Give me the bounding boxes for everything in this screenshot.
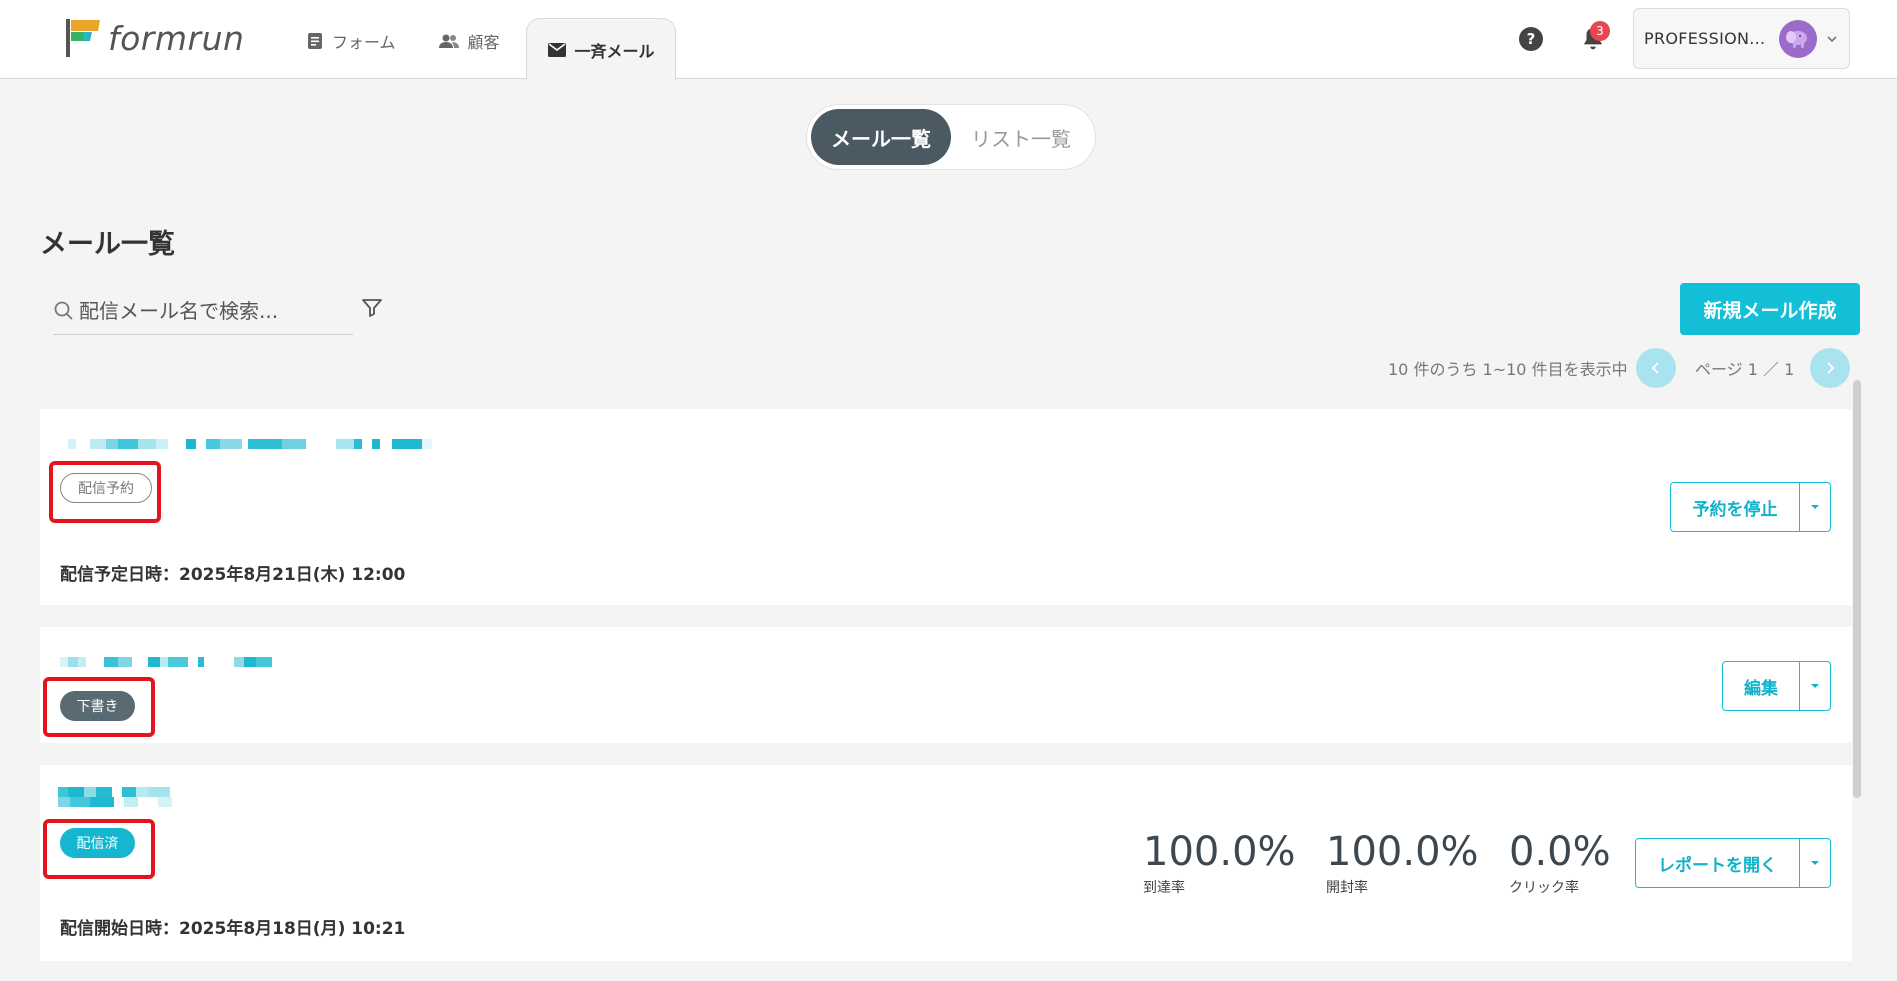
form-icon: [308, 32, 322, 49]
status-badge: 下書き: [60, 691, 135, 721]
stat-value: 100.0%: [1326, 829, 1479, 875]
stat-label: 到達率: [1143, 880, 1185, 896]
stop-schedule-button[interactable]: 予約を停止: [1671, 483, 1800, 531]
status-badge: 配信予約: [60, 473, 152, 503]
open-report-button[interactable]: レポートを開く: [1636, 839, 1800, 887]
logo-text: formrun: [108, 18, 245, 58]
stat-click-rate: 0.0% クリック率: [1509, 829, 1611, 897]
nav-forms-label: フォーム: [332, 32, 396, 52]
edit-button[interactable]: 編集: [1723, 662, 1800, 710]
pager-summary: 10 件のうち 1~10 件目を表示中: [1388, 360, 1628, 379]
chevron-down-icon: [1827, 35, 1837, 42]
new-mail-button[interactable]: 新規メール作成: [1680, 283, 1860, 335]
stat-delivery-rate: 100.0% 到達率: [1143, 829, 1296, 897]
edit-split-button: 編集: [1722, 661, 1831, 711]
sent-date: 配信開始日時：2025年8月18日(月) 10:21: [60, 919, 406, 939]
help-icon[interactable]: ?: [1519, 27, 1543, 51]
stat-label: クリック率: [1509, 880, 1579, 896]
nav-bulk-mail[interactable]: 一斉メール: [525, 18, 676, 80]
open-report-split-button: レポートを開く: [1635, 838, 1831, 888]
account-name: PROFESSION...: [1644, 29, 1766, 48]
nav-forms[interactable]: フォーム: [290, 18, 412, 63]
flag-logo-icon: [66, 19, 100, 57]
stat-value: 100.0%: [1143, 829, 1296, 875]
chevron-left-icon: [1651, 362, 1659, 374]
caret-down-icon: [1811, 505, 1819, 509]
scheduled-date: 配信予定日時：2025年8月21日(木) 12:00: [60, 565, 406, 585]
caret-down-icon: [1811, 684, 1819, 688]
mail-icon: [547, 42, 566, 57]
caret-down-icon: [1811, 861, 1819, 865]
filter-icon[interactable]: [360, 296, 384, 320]
status-badge: 配信済: [60, 828, 135, 858]
search-icon: [54, 301, 73, 320]
stat-label: 開封率: [1326, 880, 1368, 896]
search-input[interactable]: [79, 299, 339, 323]
stop-schedule-split-button: 予約を停止: [1670, 482, 1831, 532]
avatar: [1779, 19, 1817, 58]
mail-card-draft[interactable]: 下書き 編集: [40, 627, 1852, 743]
next-page-button[interactable]: [1810, 348, 1850, 388]
mail-name-redacted: [58, 787, 172, 807]
tab-mail-list[interactable]: メール一覧: [811, 109, 951, 165]
open-report-dropdown[interactable]: [1800, 839, 1830, 887]
edit-dropdown[interactable]: [1800, 662, 1830, 710]
page-title: メール一覧: [40, 229, 175, 260]
page-indicator: ページ 1 ／ 1: [1695, 360, 1795, 379]
notification-badge: 3: [1590, 21, 1610, 41]
prev-page-button[interactable]: [1636, 348, 1676, 388]
view-switcher: メール一覧 リスト一覧: [806, 104, 1096, 170]
customers-icon: [438, 34, 459, 48]
top-bar: formrun フォーム 顧客 一斉メール ? 3 PROFESSION...: [0, 0, 1897, 80]
mail-name-redacted: [68, 439, 432, 449]
mail-card-sent[interactable]: 配信済 配信開始日時：2025年8月18日(月) 10:21 100.0% 到達…: [40, 765, 1852, 961]
elephant-icon: [1786, 30, 1807, 48]
search-box: [53, 288, 353, 335]
chevron-right-icon: [1827, 362, 1835, 374]
mail-name-redacted: [60, 657, 272, 667]
formrun-logo[interactable]: formrun: [62, 16, 244, 60]
nav-customers-label: 顧客: [467, 32, 500, 52]
tab-list-list[interactable]: リスト一覧: [951, 109, 1091, 165]
stat-value: 0.0%: [1509, 829, 1611, 875]
stat-open-rate: 100.0% 開封率: [1326, 829, 1479, 897]
stop-schedule-dropdown[interactable]: [1800, 483, 1830, 531]
mail-card-scheduled[interactable]: 配信予約 配信予定日時：2025年8月21日(木) 12:00 予約を停止: [40, 409, 1852, 605]
nav-bulk-mail-label: 一斉メール: [574, 41, 655, 61]
account-menu[interactable]: PROFESSION...: [1633, 8, 1850, 69]
scrollbar-thumb[interactable]: [1853, 380, 1861, 798]
main-nav: フォーム 顧客 一斉メール: [290, 18, 686, 80]
nav-customers[interactable]: 顧客: [422, 18, 516, 63]
